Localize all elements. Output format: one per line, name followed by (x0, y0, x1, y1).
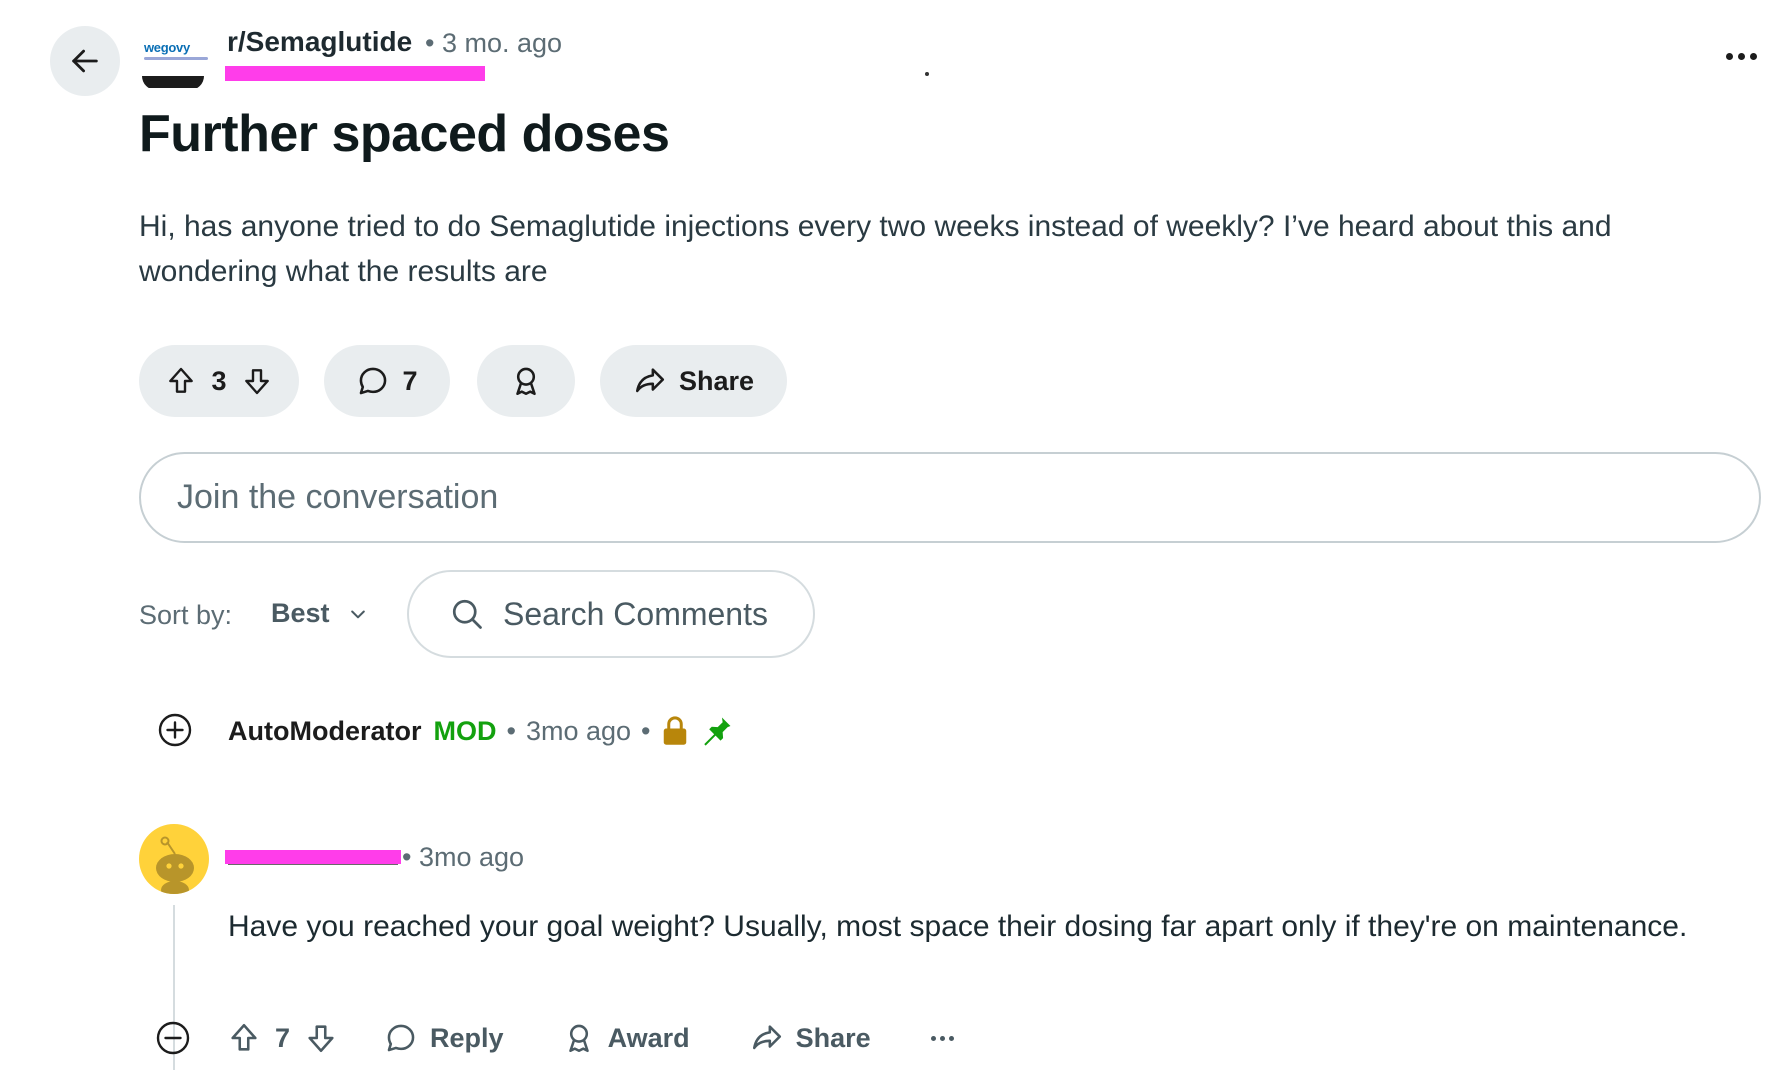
meta-separator: • (506, 715, 516, 746)
award-icon (568, 1024, 589, 1053)
comment-more-button[interactable] (930, 1035, 954, 1041)
pin-icon (704, 717, 731, 746)
avatar[interactable] (139, 824, 209, 894)
snoo-icon (156, 836, 194, 894)
more-icon-dot (1737, 52, 1745, 60)
comment-count: 7 (402, 365, 418, 396)
vote-control: 3 (139, 345, 299, 417)
stray-dot (925, 72, 929, 76)
comment-share-button[interactable]: Share (750, 1021, 871, 1055)
downvote-icon[interactable] (304, 1021, 338, 1055)
more-icon-dot (1749, 52, 1757, 60)
award-label: Award (607, 1022, 690, 1053)
award-icon (516, 367, 536, 396)
sort-value: Best (271, 598, 330, 628)
subreddit-logo-tagline (144, 57, 208, 60)
comment-icon (387, 1024, 415, 1052)
search-comments-field[interactable]: Search Comments (407, 570, 815, 658)
share-label: Share (678, 365, 755, 396)
comment-share-label: Share (795, 1022, 871, 1053)
share-icon (635, 368, 664, 393)
post-vote-count: 3 (211, 365, 227, 396)
back-arrow-icon (72, 49, 98, 73)
search-comments-placeholder: Search Comments (503, 595, 768, 632)
subreddit-name[interactable]: r/Semaglutide (227, 26, 412, 58)
upvote-icon[interactable] (165, 365, 197, 397)
post-body: Hi, has anyone tried to do Semaglutide i… (139, 210, 1612, 288)
comment-icon (360, 367, 387, 395)
subreddit-logo-base (142, 76, 204, 88)
award-button[interactable] (477, 345, 575, 417)
sort-label: Sort by: (139, 600, 233, 630)
lock-icon (664, 716, 687, 745)
subreddit-avatar[interactable]: wegovy (140, 38, 210, 88)
share-icon (752, 1025, 781, 1050)
automod-time: 3mo ago (525, 715, 632, 746)
chevron-down-icon (350, 610, 365, 618)
automod-author[interactable]: AutoModerator (228, 716, 421, 747)
post-age: • 3 mo. ago (425, 28, 563, 58)
back-button[interactable] (50, 26, 120, 96)
redaction-mark (225, 66, 485, 81)
join-conversation-placeholder: Join the conversation (177, 478, 499, 516)
sort-dropdown[interactable]: Best (271, 598, 368, 629)
redaction-mark (225, 850, 401, 864)
comment-time: • 3mo ago (402, 842, 525, 872)
comment-body: Have you reached your goal weight? Usual… (228, 910, 1688, 943)
more-icon-dot (948, 1035, 954, 1041)
more-icon-dot (1725, 52, 1733, 60)
comments-button[interactable]: 7 (324, 345, 450, 417)
post-page: wegovy r/Semaglutide • 3 mo. ago Further… (0, 0, 1790, 1070)
subreddit-logo: wegovy (144, 40, 190, 55)
more-icon-dot (930, 1035, 936, 1041)
plus-circle-icon[interactable] (157, 712, 193, 748)
post-title: Further spaced doses (139, 105, 670, 163)
reply-button[interactable]: Reply (384, 1021, 504, 1055)
automod-comment-header: AutoModerator MOD • 3mo ago • (228, 714, 734, 748)
comment-award-button[interactable]: Award (562, 1021, 690, 1055)
search-icon (452, 599, 482, 629)
post-more-button[interactable] (1718, 44, 1764, 68)
minus-circle-icon[interactable] (155, 1020, 191, 1056)
mod-badge: MOD (433, 715, 497, 746)
share-button[interactable]: Share (600, 345, 787, 417)
reply-label: Reply (430, 1022, 504, 1053)
downvote-icon[interactable] (241, 365, 273, 397)
meta-separator: • (641, 715, 651, 746)
more-icon-dot (939, 1035, 945, 1041)
comment-vote-count: 7 (275, 1022, 291, 1053)
comment-action-bar: 7 Reply Award Share (155, 1016, 954, 1060)
join-conversation-input[interactable]: Join the conversation (139, 452, 1761, 543)
upvote-icon[interactable] (227, 1021, 261, 1055)
comment-vote-control: 7 (227, 1021, 338, 1055)
